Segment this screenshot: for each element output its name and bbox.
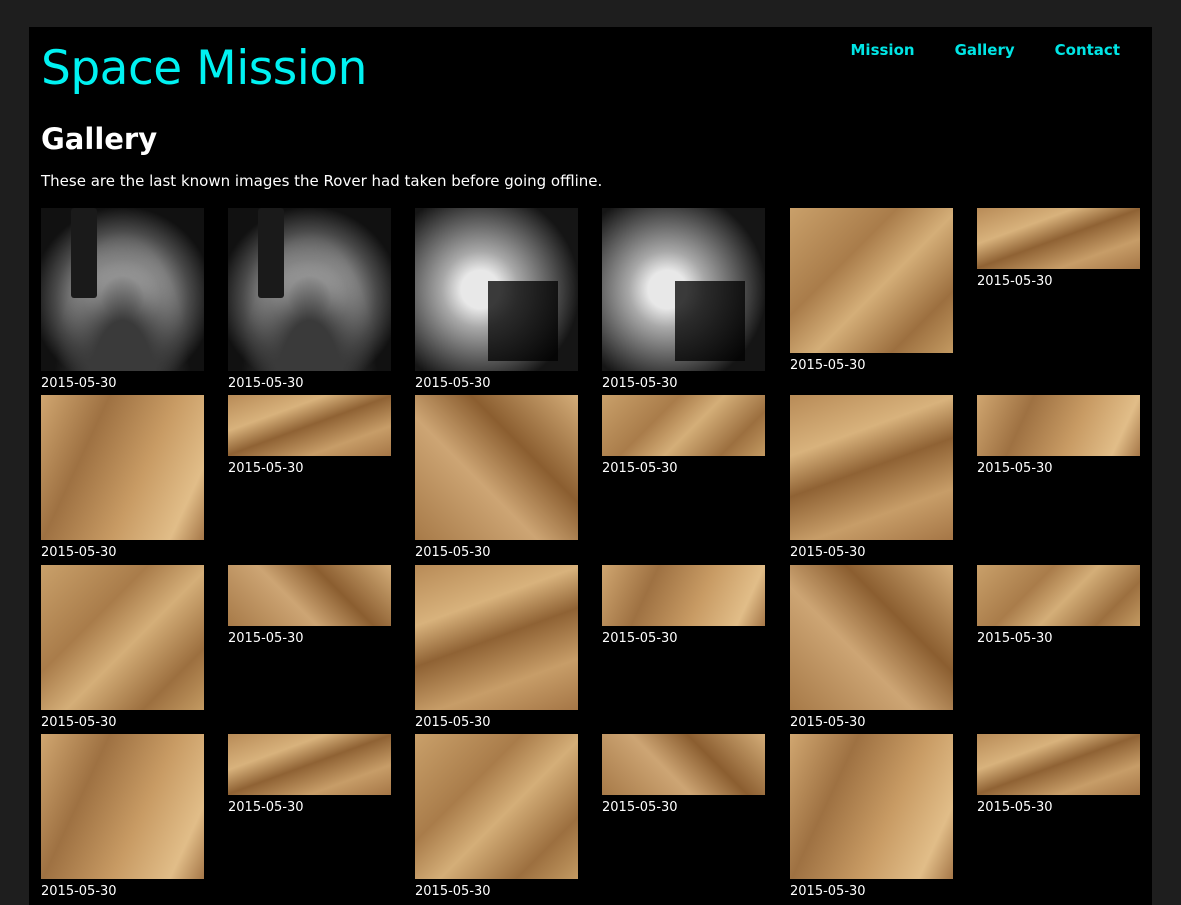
- rover-image[interactable]: [41, 208, 204, 371]
- rover-image[interactable]: [977, 734, 1140, 795]
- gallery-item[interactable]: 2015-05-30: [977, 565, 1140, 646]
- rover-image[interactable]: [790, 208, 953, 353]
- gallery-item[interactable]: 2015-05-30: [790, 395, 953, 560]
- image-date: 2015-05-30: [415, 884, 491, 899]
- main-nav: Mission Gallery Contact: [851, 41, 1121, 59]
- image-date: 2015-05-30: [415, 545, 491, 560]
- gallery-item[interactable]: 2015-05-30: [415, 208, 578, 391]
- rover-image[interactable]: [41, 395, 204, 540]
- gallery-item[interactable]: 2015-05-30: [790, 208, 953, 373]
- rover-image[interactable]: [977, 565, 1140, 626]
- image-date: 2015-05-30: [977, 274, 1053, 289]
- image-date: 2015-05-30: [790, 715, 866, 730]
- image-date: 2015-05-30: [790, 884, 866, 899]
- image-date: 2015-05-30: [41, 715, 117, 730]
- gallery-item[interactable]: 2015-05-30: [41, 208, 204, 391]
- rover-image[interactable]: [41, 565, 204, 710]
- gallery-item[interactable]: 2015-05-30: [228, 395, 391, 476]
- gallery-item[interactable]: 2015-05-30: [602, 395, 765, 476]
- rover-image[interactable]: [228, 734, 391, 795]
- gallery-item[interactable]: 2015-05-30: [790, 734, 953, 899]
- page: Space Mission Mission Gallery Contact Ga…: [29, 27, 1152, 905]
- image-date: 2015-05-30: [228, 376, 304, 391]
- rover-image[interactable]: [415, 208, 578, 371]
- image-date: 2015-05-30: [790, 358, 866, 373]
- rover-image[interactable]: [41, 734, 204, 879]
- image-date: 2015-05-30: [41, 545, 117, 560]
- image-date: 2015-05-30: [977, 631, 1053, 646]
- rover-image[interactable]: [602, 208, 765, 371]
- image-date: 2015-05-30: [790, 545, 866, 560]
- rover-image[interactable]: [977, 208, 1140, 269]
- gallery-item[interactable]: 2015-05-30: [228, 565, 391, 646]
- rover-image[interactable]: [415, 734, 578, 879]
- rover-image[interactable]: [977, 395, 1140, 456]
- image-date: 2015-05-30: [415, 376, 491, 391]
- image-date: 2015-05-30: [602, 461, 678, 476]
- rover-image[interactable]: [602, 565, 765, 626]
- gallery-item[interactable]: 2015-05-30: [415, 734, 578, 899]
- rover-image[interactable]: [790, 565, 953, 710]
- site-title: Space Mission: [41, 41, 367, 96]
- gallery-item[interactable]: 2015-05-30: [977, 395, 1140, 476]
- gallery-item[interactable]: 2015-05-30: [977, 734, 1140, 815]
- page-heading: Gallery: [41, 122, 158, 156]
- gallery-item[interactable]: 2015-05-30: [602, 208, 765, 391]
- rover-image[interactable]: [415, 565, 578, 710]
- image-date: 2015-05-30: [415, 715, 491, 730]
- gallery-item[interactable]: 2015-05-30: [41, 734, 204, 899]
- gallery-item[interactable]: 2015-05-30: [602, 565, 765, 646]
- gallery-item[interactable]: 2015-05-30: [41, 565, 204, 730]
- rover-image[interactable]: [228, 208, 391, 371]
- image-date: 2015-05-30: [977, 461, 1053, 476]
- rover-image[interactable]: [228, 565, 391, 626]
- gallery-item[interactable]: 2015-05-30: [790, 565, 953, 730]
- image-date: 2015-05-30: [41, 884, 117, 899]
- image-date: 2015-05-30: [602, 376, 678, 391]
- rover-image[interactable]: [602, 395, 765, 456]
- image-date: 2015-05-30: [228, 631, 304, 646]
- image-date: 2015-05-30: [602, 631, 678, 646]
- gallery-item[interactable]: 2015-05-30: [415, 395, 578, 560]
- rover-image[interactable]: [602, 734, 765, 795]
- nav-gallery[interactable]: Gallery: [955, 41, 1015, 59]
- image-date: 2015-05-30: [228, 800, 304, 815]
- image-date: 2015-05-30: [977, 800, 1053, 815]
- rover-image[interactable]: [790, 395, 953, 540]
- image-date: 2015-05-30: [228, 461, 304, 476]
- gallery-item[interactable]: 2015-05-30: [228, 734, 391, 815]
- nav-mission[interactable]: Mission: [851, 41, 915, 59]
- gallery-item[interactable]: 2015-05-30: [977, 208, 1140, 289]
- gallery-item[interactable]: 2015-05-30: [41, 395, 204, 560]
- rover-image[interactable]: [228, 395, 391, 456]
- gallery-item[interactable]: 2015-05-30: [602, 734, 765, 815]
- gallery-item[interactable]: 2015-05-30: [415, 565, 578, 730]
- intro-text: These are the last known images the Rove…: [41, 172, 603, 190]
- rover-image[interactable]: [415, 395, 578, 540]
- image-date: 2015-05-30: [602, 800, 678, 815]
- rover-image[interactable]: [790, 734, 953, 879]
- nav-contact[interactable]: Contact: [1055, 41, 1120, 59]
- image-date: 2015-05-30: [41, 376, 117, 391]
- gallery-item[interactable]: 2015-05-30: [228, 208, 391, 391]
